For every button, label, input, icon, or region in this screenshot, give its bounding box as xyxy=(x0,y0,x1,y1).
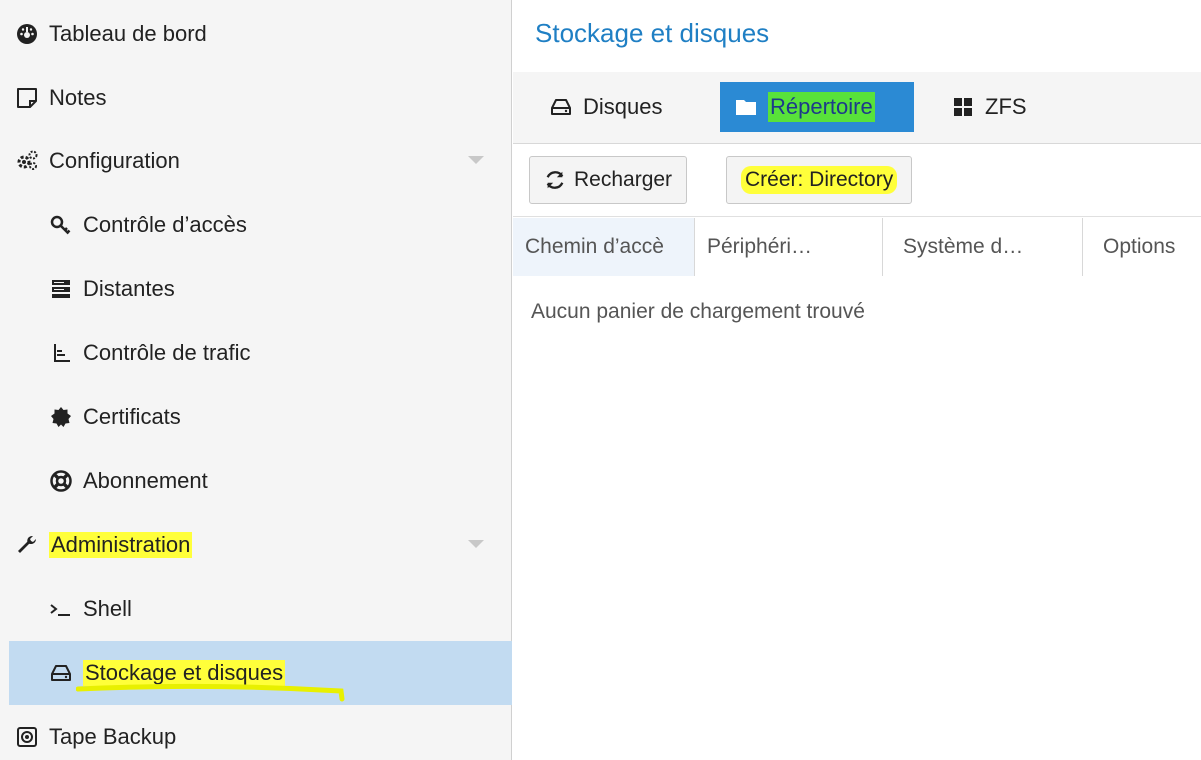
column-header-path[interactable]: Chemin d’accè xyxy=(513,218,695,276)
sidebar-item-administration[interactable]: Administration xyxy=(9,513,512,577)
grid-icon xyxy=(954,98,972,116)
tab-label: ZFS xyxy=(985,94,1027,119)
sidebar-item-label: Stockage et disques xyxy=(83,660,286,686)
sidebar-item-label: Shell xyxy=(83,596,132,621)
sidebar-item-tape-backup[interactable]: Tape Backup xyxy=(9,705,512,760)
sidebar-item-label: Tape Backup xyxy=(49,724,177,749)
sidebar-item-label: Administration xyxy=(49,532,193,558)
page-title: Stockage et disques xyxy=(535,18,770,48)
sidebar-item-label: Tableau de bord xyxy=(49,21,207,46)
tab-zfs[interactable]: ZFS xyxy=(937,82,1041,132)
empty-message: Aucun panier de chargement trouvé xyxy=(531,300,865,323)
chevron-down-icon[interactable] xyxy=(468,540,484,548)
folder-icon xyxy=(736,100,756,115)
tab-label: Disques xyxy=(583,94,663,119)
column-header-filesystem[interactable]: Système d… xyxy=(883,218,1083,276)
sidebar-item-label: Abonnement xyxy=(83,468,208,493)
key-icon xyxy=(47,211,75,239)
reload-label: Recharger xyxy=(574,168,673,191)
gears-icon xyxy=(13,147,41,175)
tab-label: Répertoire xyxy=(768,92,875,122)
create-directory-button[interactable]: Créer: Directory xyxy=(726,156,913,204)
sidebar-item-label: Contrôle d’accès xyxy=(83,212,247,237)
sidebar-item-label: Contrôle de trafic xyxy=(83,340,251,365)
refresh-icon xyxy=(546,171,564,189)
traffic-control-icon xyxy=(47,339,75,367)
hdd-icon xyxy=(551,99,571,115)
sidebar-item-label: Configuration xyxy=(49,148,180,173)
certificate-icon xyxy=(47,403,75,431)
sidebar-item-shell[interactable]: Shell xyxy=(9,577,512,641)
tab-bar: Disques Répertoire ZFS xyxy=(513,72,1201,144)
sidebar-item-traffic-control[interactable]: Contrôle de trafic xyxy=(9,321,512,385)
column-header-options[interactable]: Options xyxy=(1083,218,1201,276)
sidebar-item-configuration[interactable]: Configuration xyxy=(9,129,512,193)
toolbar: Recharger Créer: Directory xyxy=(513,145,1201,217)
tab-disks[interactable]: Disques xyxy=(535,82,676,132)
sidebar-item-certificates[interactable]: Certificats xyxy=(9,385,512,449)
terminal-icon xyxy=(47,595,75,623)
sidebar: Tableau de bord Notes Configuration Cont… xyxy=(0,0,512,760)
dashboard-icon xyxy=(13,20,41,48)
sidebar-item-notes[interactable]: Notes xyxy=(9,66,512,130)
tape-icon xyxy=(13,723,41,751)
sidebar-item-dashboard[interactable]: Tableau de bord xyxy=(9,2,512,66)
sidebar-item-subscription[interactable]: Abonnement xyxy=(9,449,512,513)
hdd-icon xyxy=(47,659,75,687)
sidebar-item-label: Notes xyxy=(49,85,107,110)
main-panel: Stockage et disques Disques Répertoire Z… xyxy=(513,0,1201,760)
note-icon xyxy=(13,84,41,112)
column-header-device[interactable]: Périphéri… xyxy=(695,218,883,276)
create-label: Créer: Directory xyxy=(741,166,898,194)
sidebar-item-remotes[interactable]: Distantes xyxy=(9,257,512,321)
sidebar-item-label: Distantes xyxy=(83,276,175,301)
sidebar-item-label: Certificats xyxy=(83,404,181,429)
tab-directory[interactable]: Répertoire xyxy=(720,82,914,132)
grid-header: Chemin d’accè Périphéri… Système d… Opti… xyxy=(513,218,1201,276)
life-ring-icon xyxy=(47,467,75,495)
wrench-icon xyxy=(13,531,41,559)
reload-button[interactable]: Recharger xyxy=(529,156,688,204)
server-icon xyxy=(47,275,75,303)
sidebar-item-storage[interactable]: Stockage et disques xyxy=(9,641,512,705)
sidebar-item-access-control[interactable]: Contrôle d’accès xyxy=(9,193,512,257)
chevron-down-icon[interactable] xyxy=(468,156,484,164)
